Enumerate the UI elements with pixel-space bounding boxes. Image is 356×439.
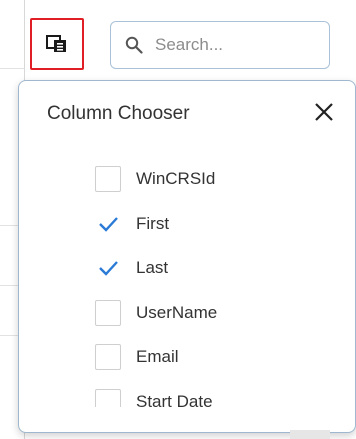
horizontal-scrollbar[interactable] (290, 430, 330, 439)
column-label: Email (136, 347, 179, 367)
column-checkbox[interactable] (95, 344, 121, 371)
grid-row-divider (0, 68, 24, 69)
column-list: WinCRSId First Last UserName Email Start Date (95, 157, 335, 407)
search-icon (125, 36, 143, 54)
column-option[interactable]: Email (95, 335, 335, 380)
column-option[interactable]: First (95, 202, 335, 247)
column-checkbox[interactable] (95, 255, 121, 282)
column-label: Start Date (136, 391, 213, 407)
column-option[interactable]: WinCRSId (95, 157, 335, 202)
panel-title: Column Chooser (47, 103, 190, 124)
column-label: First (136, 213, 170, 233)
column-label: Last (136, 258, 169, 278)
column-checkbox[interactable] (95, 166, 121, 193)
column-label: WinCRSId (136, 169, 216, 189)
close-icon (315, 103, 333, 121)
column-option[interactable]: Last (95, 246, 335, 291)
column-checkbox[interactable] (95, 299, 121, 326)
checkmark-icon (99, 261, 118, 276)
checkmark-icon (99, 216, 118, 232)
column-chooser-icon (46, 35, 66, 52)
column-option[interactable]: UserName (95, 291, 335, 336)
column-option[interactable]: Start Date (95, 380, 335, 407)
column-chooser-panel: Column Chooser WinCRSId First Last UserName… (18, 80, 356, 433)
close-button[interactable] (311, 99, 337, 125)
search-box[interactable] (110, 21, 330, 69)
column-checkbox[interactable] (95, 388, 121, 407)
column-label: UserName (136, 302, 218, 322)
search-input[interactable] (153, 34, 317, 56)
column-chooser-button[interactable] (30, 18, 84, 70)
column-checkbox[interactable] (95, 210, 121, 237)
